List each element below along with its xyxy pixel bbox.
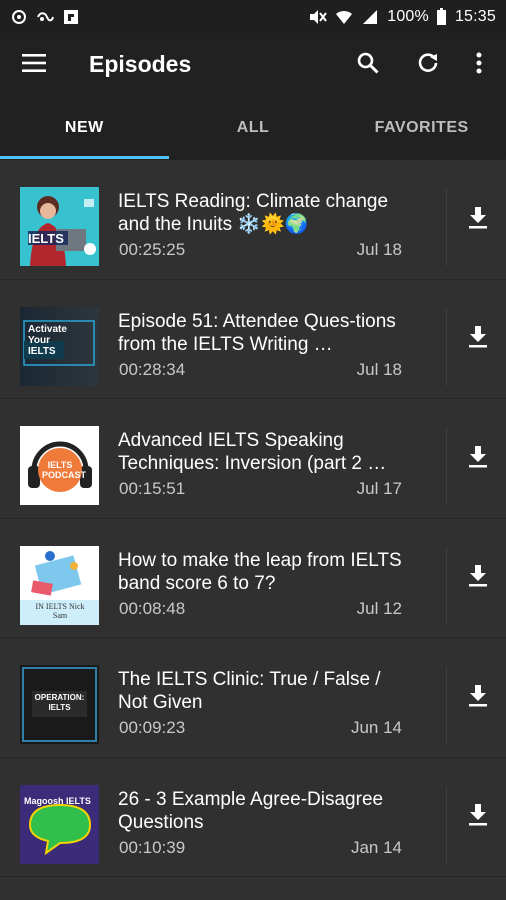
refresh-icon [417, 52, 439, 79]
episode-date: Jun 14 [350, 718, 402, 737]
episode-date: Jul 18 [356, 240, 402, 259]
episode-row[interactable]: IN IELTS Nick Sam How to make the leap f… [0, 518, 506, 638]
episode-duration: 00:08:48 [119, 598, 186, 618]
episode-title: How to make the leap from IELTS band sco… [118, 549, 402, 594]
download-icon [468, 684, 488, 712]
more-vert-icon [476, 52, 482, 79]
battery-icon [437, 8, 447, 26]
tab-all[interactable]: ALL [169, 97, 338, 159]
wifi-icon [335, 8, 353, 26]
thumbnail-label: Magoosh IELTS [24, 795, 91, 806]
episode-thumbnail: Activate Your IELTS [20, 306, 99, 386]
episode-date: Jul 12 [356, 598, 402, 618]
download-button[interactable] [458, 320, 498, 360]
episode-duration: 00:10:39 [119, 837, 186, 857]
episode-row[interactable]: Magoosh IELTS 26 - 3 Example Agree-Disag… [0, 757, 506, 877]
episode-duration: 00:28:34 [119, 359, 186, 379]
episode-thumbnail: OPERATION: IELTS [20, 665, 99, 744]
episode-row[interactable]: IELTS PODCAST Advanced IELTS Speaking Te… [0, 399, 506, 519]
thumbnail-label: IELTS PODCAST [42, 460, 87, 480]
signal-icon [361, 8, 379, 26]
download-button[interactable] [458, 798, 498, 838]
search-button[interactable] [352, 49, 384, 81]
app-bar: Episodes [0, 33, 506, 97]
hamburger-menu-icon [22, 53, 46, 77]
episode-title: Advanced IELTS Speaking Techniques: Inve… [118, 430, 387, 474]
download-icon [468, 565, 488, 592]
episode-row[interactable]: OPERATION: IELTS The IELTS Clinic: True … [0, 638, 506, 758]
thumbnail-label: IN IELTS Nick Sam [35, 601, 85, 620]
episode-title: The IELTS Clinic: True / False / Not Giv… [118, 669, 381, 713]
tab-favorites[interactable]: FAVORITES [337, 97, 506, 159]
thumbnail-label: IELTS [28, 231, 64, 246]
episode-thumbnail: IELTS PODCAST [20, 426, 99, 505]
divider [446, 546, 447, 625]
episode-title: Episode 51: Attendee Ques-tions from the… [118, 310, 396, 355]
app-notification-icon [36, 8, 54, 26]
divider [446, 427, 447, 505]
tab-new[interactable]: NEW [0, 97, 169, 159]
page-title: Episodes [89, 51, 192, 77]
search-icon [357, 52, 379, 79]
download-button[interactable] [458, 200, 498, 240]
tab-bar: NEW ALL FAVORITES [0, 97, 506, 159]
divider [446, 666, 447, 744]
episode-row[interactable]: IELTS IELTS Reading: Climate change and … [0, 160, 506, 280]
episode-thumbnail: IN IELTS Nick Sam [20, 545, 99, 625]
episode-date: Jan 14 [350, 837, 402, 857]
download-button[interactable] [458, 439, 498, 479]
thumbnail-label: Activate Your IELTS [28, 323, 67, 357]
refresh-button[interactable] [412, 49, 444, 81]
flipboard-icon [62, 8, 80, 26]
episode-date: Jul 18 [356, 359, 402, 379]
download-button[interactable] [458, 678, 498, 718]
download-icon [468, 206, 488, 234]
overflow-menu-button[interactable] [463, 49, 495, 81]
thumbnail-label: OPERATION: IELTS [34, 693, 85, 712]
episode-thumbnail: IELTS [20, 187, 99, 266]
episode-duration: 00:09:23 [119, 718, 186, 737]
episode-duration: 00:25:25 [119, 240, 186, 259]
download-icon [468, 326, 488, 353]
menu-button[interactable] [18, 49, 50, 81]
download-icon [468, 445, 488, 473]
episode-list: IELTS IELTS Reading: Climate change and … [0, 160, 506, 877]
status-bar: 100% 15:35 [0, 0, 506, 33]
battery-percent: 100% [387, 7, 429, 25]
episode-row[interactable]: Activate Your IELTS Episode 51: Attendee… [0, 279, 506, 399]
episode-title: 26 - 3 Example Agree-Disagree Questions [118, 788, 384, 833]
episode-duration: 00:15:51 [119, 479, 186, 498]
divider [446, 307, 447, 386]
mute-icon [309, 8, 328, 26]
episode-thumbnail: Magoosh IELTS [20, 784, 99, 864]
divider [446, 785, 447, 864]
download-button[interactable] [458, 559, 498, 599]
download-icon [468, 804, 488, 831]
episode-title: IELTS Reading: Climate change and the In… [118, 191, 389, 235]
episode-date: Jul 17 [356, 479, 402, 498]
divider [446, 188, 447, 266]
sync-icon [10, 8, 28, 26]
clock: 15:35 [454, 7, 496, 25]
